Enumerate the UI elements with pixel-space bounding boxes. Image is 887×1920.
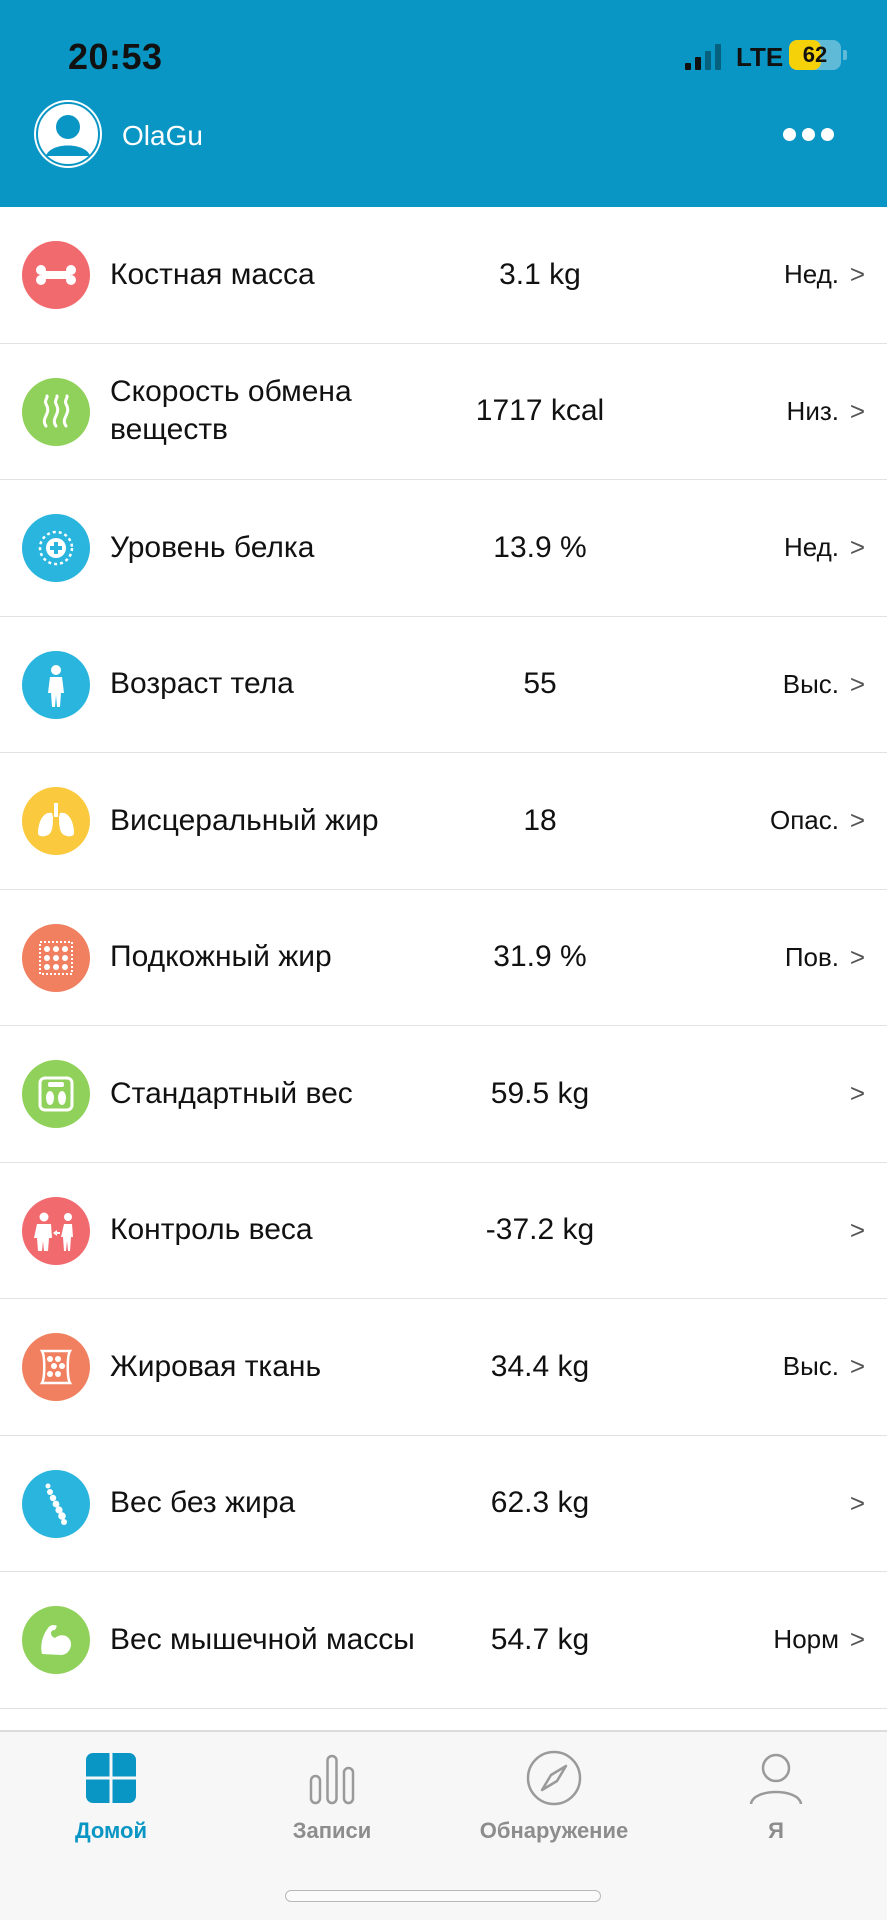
- tab-records[interactable]: Записи: [232, 1732, 432, 1862]
- network-type: LTE: [736, 42, 784, 72]
- fat-tissue-icon: [22, 1333, 90, 1401]
- metric-value: 13.9 %: [493, 530, 587, 564]
- tab-label: Записи: [292, 1818, 372, 1843]
- metric-label: Костная масса: [110, 257, 315, 291]
- tab-discover[interactable]: Обнаружение: [454, 1732, 654, 1862]
- chevron-right-icon: >: [849, 532, 865, 563]
- spine-icon: [22, 1469, 90, 1538]
- user-avatar-icon: [36, 102, 100, 166]
- metric-status: Выс.: [782, 668, 839, 699]
- metric-value: 59.5 kg: [490, 1076, 590, 1110]
- metric-row-fat-free-weight[interactable]: Вес без жира 62.3 kg >: [0, 1436, 887, 1572]
- metabolism-waves-icon: [22, 377, 90, 446]
- metric-label: Контроль веса: [110, 1213, 313, 1247]
- cellular-signal-icon: [685, 44, 725, 70]
- body-figure-icon: [22, 650, 90, 719]
- metric-label: Возраст тела: [110, 667, 294, 701]
- home-grid-icon: [86, 1753, 136, 1803]
- battery-percent: 62: [802, 42, 828, 67]
- tab-label: Обнаружение: [479, 1818, 629, 1843]
- metric-row-bone-mass[interactable]: Костная масса 3.1 kg Нед. >: [0, 207, 887, 344]
- metric-value: 55: [523, 667, 557, 701]
- metric-row-subcutaneous-fat[interactable]: Подкожный жир 31.9 % Пов. >: [0, 890, 887, 1026]
- metric-value: 31.9 %: [493, 940, 587, 974]
- more-dot-icon: [783, 128, 796, 141]
- metric-label: Жировая ткань: [110, 1349, 322, 1383]
- metric-row-visceral-fat[interactable]: Висцеральный жир 18 Опас. >: [0, 753, 887, 890]
- chevron-right-icon: >: [849, 395, 865, 426]
- chevron-right-icon: >: [849, 668, 865, 699]
- metric-status: Нед.: [783, 259, 839, 290]
- compass-icon: [526, 1750, 582, 1806]
- metric-status: Норм: [773, 1624, 839, 1655]
- muscle-arm-icon: [22, 1606, 90, 1674]
- metric-label: Вес мышечной массы: [110, 1622, 415, 1656]
- metric-status: Нед.: [783, 532, 839, 563]
- metric-row-fat-tissue[interactable]: Жировая ткань 34.4 kg Выс. >: [0, 1299, 887, 1436]
- fat-cells-icon: [22, 923, 90, 992]
- metric-status: Низ.: [786, 395, 839, 426]
- metric-label: Стандартный вес: [110, 1076, 353, 1110]
- metric-row-protein[interactable]: Уровень белка 13.9 % Нед. >: [0, 480, 887, 617]
- metric-label: Подкожный жир: [110, 940, 332, 974]
- metric-status: Пов.: [784, 941, 839, 972]
- battery-icon: 62: [789, 40, 841, 70]
- tab-home[interactable]: Домой: [11, 1732, 211, 1862]
- app-header: 20:53 LTE 62 OlaGu: [0, 0, 887, 207]
- tab-label: Домой: [74, 1818, 148, 1843]
- tab-label: Я: [768, 1818, 784, 1843]
- metrics-list: Костная масса 3.1 kg Нед. > Скорость обм…: [0, 207, 887, 1709]
- chevron-right-icon: >: [849, 1214, 865, 1245]
- person-icon: [749, 1753, 803, 1805]
- more-dot-icon: [821, 128, 834, 141]
- metric-label: Уровень белка: [110, 530, 315, 564]
- metric-value: 18: [523, 803, 557, 837]
- bars-icon: [309, 1754, 355, 1805]
- metric-label: Скорость обмена веществ: [110, 375, 352, 447]
- home-indicator[interactable]: [285, 1890, 601, 1902]
- protein-icon: [22, 514, 90, 582]
- metric-row-muscle-mass[interactable]: Вес мышечной массы 54.7 kg Норм >: [0, 1572, 887, 1709]
- chevron-right-icon: >: [849, 259, 865, 290]
- avatar[interactable]: [34, 100, 102, 168]
- metric-status: Опас.: [770, 805, 839, 836]
- scale-icon: [22, 1060, 90, 1128]
- chevron-right-icon: >: [849, 805, 865, 836]
- chevron-right-icon: >: [849, 1624, 865, 1655]
- metric-value: 62.3 kg: [490, 1486, 590, 1520]
- metric-label: Висцеральный жир: [110, 803, 379, 837]
- metric-value: 54.7 kg: [490, 1622, 590, 1656]
- more-dot-icon: [802, 128, 815, 141]
- battery-tip: [843, 50, 847, 60]
- chevron-right-icon: >: [849, 1351, 865, 1382]
- bone-icon: [22, 241, 90, 309]
- chevron-right-icon: >: [849, 941, 865, 972]
- metric-value: 1717 kcal: [475, 394, 605, 428]
- metric-row-metabolism[interactable]: Скорость обмена веществ 1717 kcal Низ. >: [0, 344, 887, 480]
- status-time: 20:53: [68, 36, 163, 77]
- lungs-icon: [22, 787, 90, 855]
- chevron-right-icon: >: [849, 1487, 865, 1518]
- weight-control-icon: [22, 1196, 90, 1265]
- metric-status: Выс.: [782, 1351, 839, 1382]
- metric-value: -37.2 kg: [485, 1213, 595, 1247]
- metric-value: 34.4 kg: [490, 1349, 590, 1383]
- more-options-button[interactable]: [778, 122, 838, 146]
- metric-value: 3.1 kg: [499, 257, 581, 291]
- metric-row-body-age[interactable]: Возраст тела 55 Выс. >: [0, 617, 887, 753]
- metric-label: Вес без жира: [110, 1486, 296, 1520]
- metric-row-standard-weight[interactable]: Стандартный вес 59.5 kg >: [0, 1026, 887, 1163]
- chevron-right-icon: >: [849, 1078, 865, 1109]
- username: OlaGu: [122, 120, 203, 151]
- tab-me[interactable]: Я: [676, 1732, 876, 1862]
- metric-row-weight-control[interactable]: Контроль веса -37.2 kg >: [0, 1163, 887, 1299]
